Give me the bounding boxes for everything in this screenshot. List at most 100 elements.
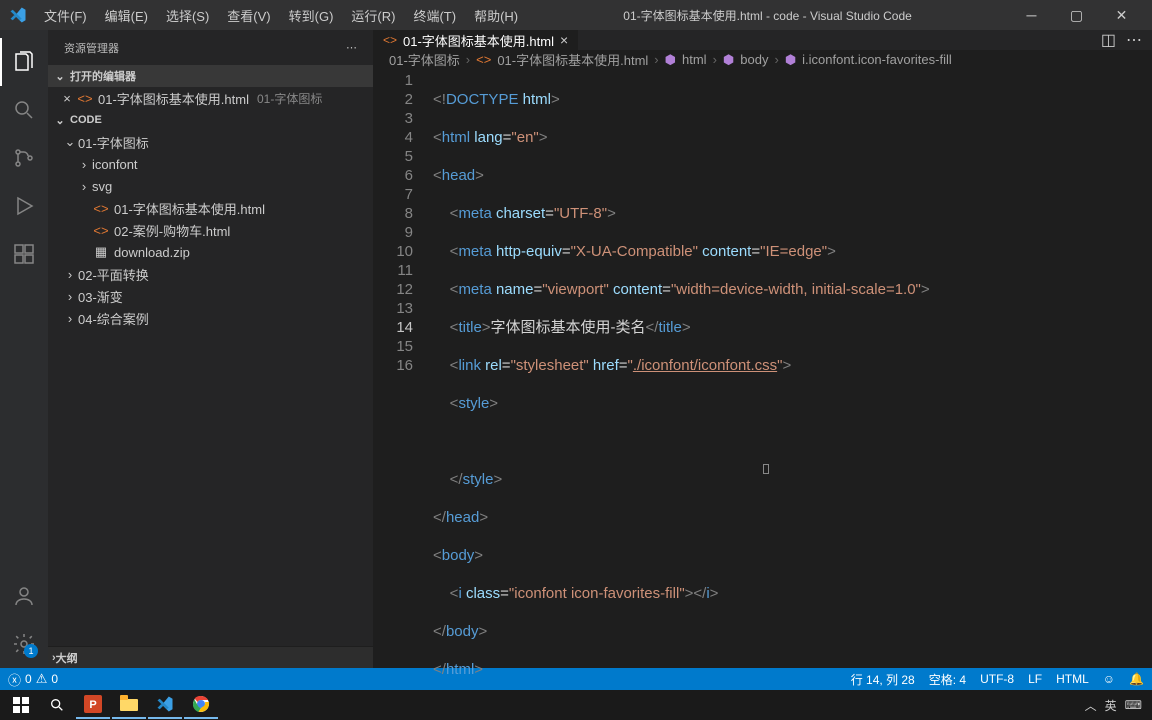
outline-header[interactable]: › 大纲 xyxy=(48,646,373,668)
maximize-button[interactable]: ▢ xyxy=(1054,0,1099,30)
open-editors-header[interactable]: ⌄ 打开的编辑器 xyxy=(48,65,373,87)
tab-bar: <> 01-字体图标基本使用.html × ◫ ⋯ xyxy=(373,30,1152,50)
activity-extensions-icon[interactable] xyxy=(0,230,48,278)
tree-label: 01-字体图标基本使用.html xyxy=(114,199,265,218)
tree-label: download.zip xyxy=(114,245,190,260)
activity-search-icon[interactable] xyxy=(0,86,48,134)
taskbar-vscode-icon[interactable] xyxy=(148,691,182,719)
html-file-icon: <> xyxy=(476,52,491,67)
tab-label: 01-字体图标基本使用.html xyxy=(403,31,554,50)
menu-bar: 文件(F) 编辑(E) 选择(S) 查看(V) 转到(G) 运行(R) 终端(T… xyxy=(36,2,526,29)
vscode-logo-icon xyxy=(8,5,28,25)
taskbar-powerpoint-icon[interactable]: P xyxy=(76,691,110,719)
chevron-down-icon: ⌄ xyxy=(52,70,68,83)
html-file-icon: <> xyxy=(76,91,94,106)
close-button[interactable]: ✕ xyxy=(1099,0,1144,30)
crumb-folder[interactable]: 01-字体图标 xyxy=(389,50,460,69)
split-editor-icon[interactable]: ◫ xyxy=(1101,30,1116,50)
status-errors-count: 0 xyxy=(25,672,32,686)
title-bar: 文件(F) 编辑(E) 选择(S) 查看(V) 转到(G) 运行(R) 终端(T… xyxy=(0,0,1152,30)
tree-file-01[interactable]: <> 01-字体图标基本使用.html xyxy=(48,197,373,219)
menu-file[interactable]: 文件(F) xyxy=(36,2,95,29)
explorer-sidebar: 资源管理器 ⋯ ⌄ 打开的编辑器 × <> 01-字体图标基本使用.html 0… xyxy=(48,30,373,668)
tree-label: iconfont xyxy=(92,157,138,172)
chevron-right-icon: › xyxy=(62,289,78,304)
tree-label: 02-案例-购物车.html xyxy=(114,221,230,240)
tree-folder-svg[interactable]: › svg xyxy=(48,175,373,197)
menu-view[interactable]: 查看(V) xyxy=(219,2,278,29)
tree-folder-iconfont[interactable]: › iconfont xyxy=(48,153,373,175)
settings-badge: 1 xyxy=(24,644,38,658)
workspace-header[interactable]: ⌄ CODE xyxy=(48,109,373,131)
more-actions-icon[interactable]: ⋯ xyxy=(1126,30,1142,50)
open-editor-item[interactable]: × <> 01-字体图标基本使用.html 01-字体图标 xyxy=(48,87,373,109)
chevron-right-icon: › xyxy=(652,52,660,67)
tree-file-zip[interactable]: ▦ download.zip xyxy=(48,241,373,263)
svg-text:P: P xyxy=(89,699,96,711)
outline-label: 大纲 xyxy=(56,650,78,666)
tree-label: 03-渐变 xyxy=(78,287,123,306)
menu-goto[interactable]: 转到(G) xyxy=(281,2,342,29)
tree-folder-03[interactable]: › 03-渐变 xyxy=(48,285,373,307)
taskbar-file-explorer-icon[interactable] xyxy=(112,691,146,719)
tree-file-02[interactable]: <> 02-案例-购物车.html xyxy=(48,219,373,241)
activity-debug-icon[interactable] xyxy=(0,182,48,230)
breadcrumb[interactable]: 01-字体图标 › <> 01-字体图标基本使用.html › ⬢ html ›… xyxy=(373,50,1152,69)
main-area: 1 资源管理器 ⋯ ⌄ 打开的编辑器 × <> 01-字体图标基本使用.html… xyxy=(0,30,1152,668)
tree-folder-01[interactable]: ⌄ 01-字体图标 xyxy=(48,131,373,153)
chevron-right-icon: › xyxy=(76,157,92,172)
html-file-icon: <> xyxy=(383,33,397,47)
activity-account-icon[interactable] xyxy=(0,572,48,620)
crumb-symbol[interactable]: html xyxy=(682,52,707,67)
chevron-right-icon: › xyxy=(711,52,719,67)
sidebar-more-icon[interactable]: ⋯ xyxy=(346,41,357,54)
menu-run[interactable]: 运行(R) xyxy=(343,2,403,29)
close-icon[interactable]: × xyxy=(58,91,76,106)
tree-label: 01-字体图标 xyxy=(78,133,149,152)
chevron-right-icon: › xyxy=(76,179,92,194)
menu-help[interactable]: 帮助(H) xyxy=(466,2,526,29)
workspace-label: CODE xyxy=(70,114,102,126)
activity-bar: 1 xyxy=(0,30,48,668)
menu-select[interactable]: 选择(S) xyxy=(158,2,217,29)
window-controls: ─ ▢ ✕ xyxy=(1009,0,1144,30)
activity-explorer-icon[interactable] xyxy=(0,38,48,86)
chevron-right-icon: › xyxy=(62,311,78,326)
open-editors-label: 打开的编辑器 xyxy=(70,68,136,84)
html-file-icon: <> xyxy=(92,201,110,216)
activity-scm-icon[interactable] xyxy=(0,134,48,182)
status-errors[interactable]: ⓧ 0 ⚠ 0 xyxy=(8,670,58,689)
editor-area: <> 01-字体图标基本使用.html × ◫ ⋯ 01-字体图标 › <> 0… xyxy=(373,30,1152,668)
crumb-symbol[interactable]: i.iconfont.icon-favorites-fill xyxy=(802,52,952,67)
symbol-icon: ⬢ xyxy=(785,52,796,68)
tree-folder-02[interactable]: › 02-平面转换 xyxy=(48,263,373,285)
taskbar-chrome-icon[interactable] xyxy=(184,691,218,719)
tree-folder-04[interactable]: › 04-综合案例 xyxy=(48,307,373,329)
tab-close-icon[interactable]: × xyxy=(560,32,568,48)
mouse-cursor-icon xyxy=(763,464,769,474)
menu-edit[interactable]: 编辑(E) xyxy=(97,2,156,29)
taskbar-search-icon[interactable] xyxy=(40,691,74,719)
chevron-right-icon: › xyxy=(464,52,472,67)
start-button[interactable] xyxy=(4,691,38,719)
status-warnings-count: 0 xyxy=(51,672,58,686)
activity-settings-icon[interactable]: 1 xyxy=(0,620,48,668)
open-editor-desc: 01-字体图标 xyxy=(257,90,322,107)
tree-label: 02-平面转换 xyxy=(78,265,149,284)
chevron-down-icon: ⌄ xyxy=(52,114,68,127)
editor-actions: ◫ ⋯ xyxy=(1091,30,1152,50)
code-content[interactable]: <!DOCTYPE html> <html lang="en"> <head> … xyxy=(433,69,1152,717)
error-icon: ⓧ xyxy=(8,670,21,689)
tree-label: svg xyxy=(92,179,112,194)
menu-terminal[interactable]: 终端(T) xyxy=(405,2,464,29)
code-editor[interactable]: 1 2 3 4 5 6 7 8 9 10 11 12 13 14 15 16 <… xyxy=(373,69,1152,717)
crumb-file[interactable]: 01-字体图标基本使用.html xyxy=(497,50,648,69)
html-file-icon: <> xyxy=(92,223,110,238)
symbol-icon: ⬢ xyxy=(723,52,734,68)
warning-icon: ⚠ xyxy=(36,671,48,687)
crumb-symbol[interactable]: body xyxy=(740,52,768,67)
chevron-right-icon: › xyxy=(62,267,78,282)
line-gutter: 1 2 3 4 5 6 7 8 9 10 11 12 13 14 15 16 xyxy=(373,69,433,717)
minimize-button[interactable]: ─ xyxy=(1009,0,1054,30)
tab-file[interactable]: <> 01-字体图标基本使用.html × xyxy=(373,30,579,50)
